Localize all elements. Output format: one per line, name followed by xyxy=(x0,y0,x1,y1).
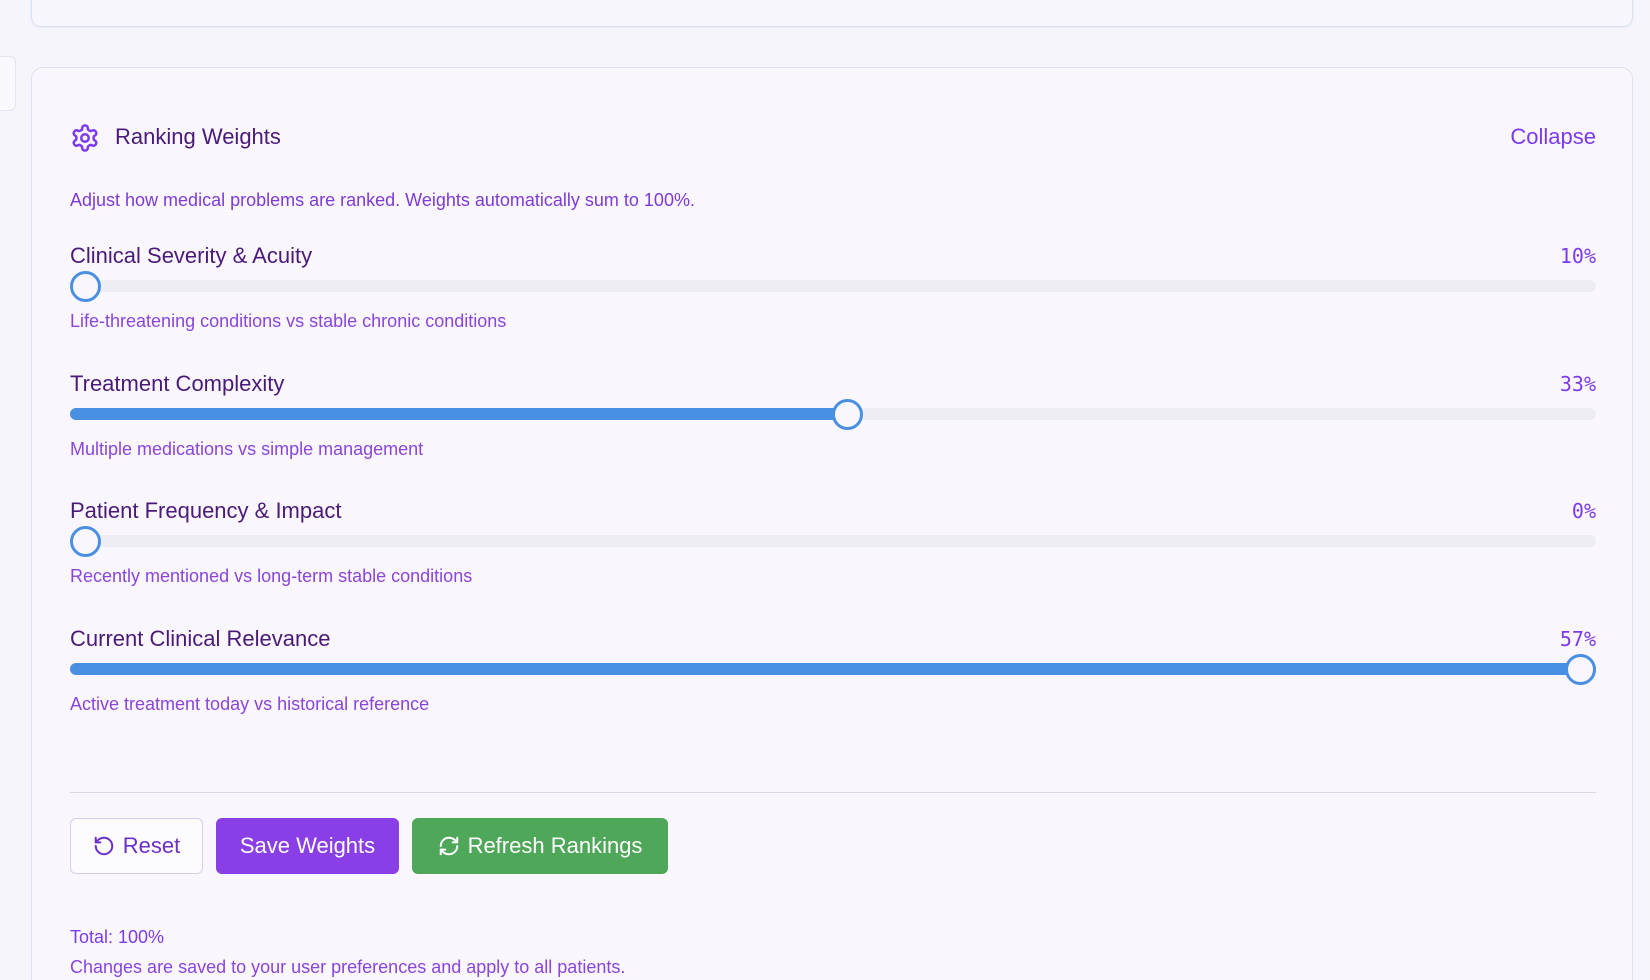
panel-header: Ranking Weights Collapse xyxy=(70,118,1596,154)
slider-treatment-complexity: Treatment Complexity 33% Multiple medica… xyxy=(70,371,1596,475)
slider-help: Multiple medications vs simple managemen… xyxy=(70,439,424,459)
slider-value: 57% xyxy=(1559,627,1596,651)
slider-value: 10% xyxy=(1559,244,1596,268)
slider-track[interactable] xyxy=(70,280,1596,292)
slider-clinical-severity: Clinical Severity & Acuity 10% Life-thre… xyxy=(70,243,1596,347)
slider-thumb[interactable] xyxy=(70,271,101,302)
slider-help: Life-threatening conditions vs stable ch… xyxy=(70,311,507,331)
reset-button[interactable]: Reset xyxy=(70,818,203,874)
reset-label: Reset xyxy=(122,833,181,858)
slider-label: Patient Frequency & Impact xyxy=(70,498,342,523)
slider-thumb[interactable] xyxy=(832,399,864,430)
save-label: Save Weights xyxy=(239,833,376,858)
ranking-weights-panel: Ranking Weights Collapse Adjust how medi… xyxy=(31,67,1633,980)
slider-label: Treatment Complexity xyxy=(70,371,285,396)
refresh-label: Refresh Rankings xyxy=(467,833,643,858)
slider-help: Active treatment today vs historical ref… xyxy=(70,694,430,714)
slider-current-relevance: Current Clinical Relevance 57% Active tr… xyxy=(70,626,1596,730)
slider-value: 0% xyxy=(1571,499,1596,523)
save-weights-button[interactable]: Save Weights xyxy=(216,818,399,874)
slider-track[interactable] xyxy=(70,663,1596,675)
refresh-rankings-button[interactable]: Refresh Rankings xyxy=(412,818,668,874)
slider-value: 33% xyxy=(1559,372,1596,396)
refresh-icon xyxy=(438,835,460,857)
slider-help: Recently mentioned vs long-term stable c… xyxy=(70,566,473,586)
previous-card xyxy=(31,0,1633,27)
slider-label: Current Clinical Relevance xyxy=(70,626,331,651)
panel-title: Ranking Weights xyxy=(115,124,281,149)
divider xyxy=(70,792,1596,793)
slider-thumb[interactable] xyxy=(70,526,101,557)
slider-track[interactable] xyxy=(70,535,1596,547)
slider-patient-frequency: Patient Frequency & Impact 0% Recently m… xyxy=(70,498,1596,602)
collapse-button[interactable]: Collapse xyxy=(1510,124,1596,150)
side-tab-stub xyxy=(0,56,16,111)
preferences-note: Changes are saved to your user preferenc… xyxy=(70,957,626,977)
weights-total: Total: 100% xyxy=(70,927,165,947)
slider-fill xyxy=(70,663,1596,675)
gear-icon xyxy=(70,123,100,153)
slider-thumb[interactable] xyxy=(1565,654,1596,685)
slider-fill xyxy=(70,408,849,420)
panel-description: Adjust how medical problems are ranked. … xyxy=(70,190,695,210)
slider-label: Clinical Severity & Acuity xyxy=(70,243,313,268)
undo-icon xyxy=(93,835,115,857)
